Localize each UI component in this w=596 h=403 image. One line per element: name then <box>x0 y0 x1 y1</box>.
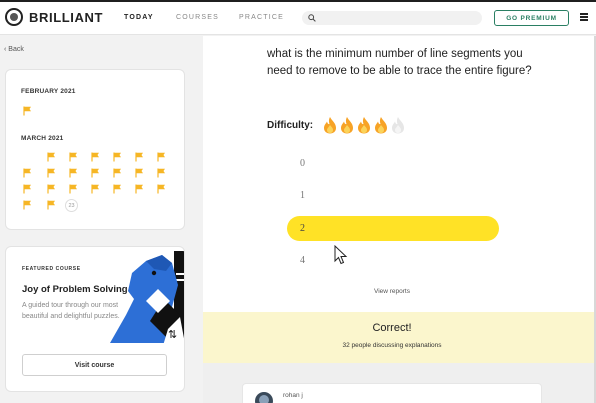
visit-course-button[interactable]: Visit course <box>22 354 167 376</box>
nav-practice[interactable]: PRACTICE <box>239 14 284 21</box>
streak-flag-icon <box>113 168 123 178</box>
streak-flag-icon <box>69 152 79 162</box>
flame-icon <box>324 117 336 134</box>
commenter-name[interactable]: rohan j <box>283 392 303 399</box>
streak-flag-icon <box>69 168 79 178</box>
top-navigation-bar: BRILLIANT TODAY COURSES PRACTICE GO PREM… <box>0 0 596 35</box>
streak-flag-icon <box>47 168 57 178</box>
streak-flag-icon <box>157 152 167 162</box>
streak-flag-icon <box>157 168 167 178</box>
streak-flag-icon <box>47 152 57 162</box>
go-premium-button[interactable]: GO PREMIUM <box>494 10 569 26</box>
streak-flag-icon <box>157 184 167 194</box>
streak-flag-icon <box>113 184 123 194</box>
flame-icon <box>358 117 370 134</box>
answer-option-2[interactable]: 2 <box>287 216 499 241</box>
result-title: Correct! <box>372 322 412 334</box>
avatar[interactable] <box>255 392 273 403</box>
featured-course-card: FEATURED COURSE Joy of Problem Solving A… <box>5 246 185 392</box>
search-icon <box>308 14 316 22</box>
answer-option-1[interactable]: 1 <box>287 183 499 208</box>
streak-flag-icon <box>23 184 33 194</box>
logo-icon <box>5 8 23 26</box>
streak-flag-icon <box>91 168 101 178</box>
flame-icon <box>341 117 353 134</box>
streak-flag-icon <box>91 152 101 162</box>
comment-card: rohan j <box>242 383 542 403</box>
difficulty-label: Difficulty: <box>267 120 314 131</box>
streak-flag-icon <box>91 184 101 194</box>
flame-icon <box>392 117 404 134</box>
search-input[interactable] <box>302 11 482 25</box>
streak-flag-icon <box>47 184 57 194</box>
today-day-circle[interactable]: 23 <box>65 199 78 212</box>
svg-text:⇅: ⇅ <box>168 328 177 341</box>
mouse-cursor-icon <box>334 245 348 265</box>
view-reports-link[interactable]: View reports <box>203 288 581 295</box>
flame-icon <box>375 117 387 134</box>
nav-today[interactable]: TODAY <box>124 14 154 21</box>
hamburger-menu-icon[interactable] <box>580 13 588 21</box>
answer-option-4[interactable]: 4 <box>287 248 499 273</box>
streak-flag-icon <box>113 152 123 162</box>
brilliant-logo[interactable]: BRILLIANT <box>5 8 103 26</box>
streak-flag-icon <box>23 168 33 178</box>
knight-chess-illustration: ⇅ <box>110 251 184 349</box>
month-label-march: MARCH 2021 <box>21 135 64 142</box>
streak-flag-icon <box>135 184 145 194</box>
back-label: Back <box>8 46 24 53</box>
discussion-count-link[interactable]: 32 people discussing explanations <box>203 342 581 349</box>
month-label-february: FEBRUARY 2021 <box>21 88 76 95</box>
question-panel: what is the minimum number of line segme… <box>203 36 596 312</box>
difficulty-rating <box>322 116 407 134</box>
streak-flag-icon <box>135 152 145 162</box>
streak-flag-icon <box>23 106 33 116</box>
back-link[interactable]: ‹ Back <box>4 46 24 53</box>
nav-courses[interactable]: COURSES <box>176 14 219 21</box>
streak-flag-icon <box>47 200 57 210</box>
question-text: what is the minimum number of line segme… <box>267 48 532 77</box>
streak-flag-icon <box>69 184 79 194</box>
streak-calendar-card: FEBRUARY 2021 MARCH 2021 23 <box>5 69 185 230</box>
featured-course-label: FEATURED COURSE <box>22 266 81 272</box>
answer-option-0[interactable]: 0 <box>287 151 499 176</box>
logo-text: BRILLIANT <box>29 9 103 25</box>
result-banner: Correct! 32 people discussing explanatio… <box>203 312 596 363</box>
streak-flag-icon <box>135 168 145 178</box>
streak-flag-icon <box>23 200 33 210</box>
